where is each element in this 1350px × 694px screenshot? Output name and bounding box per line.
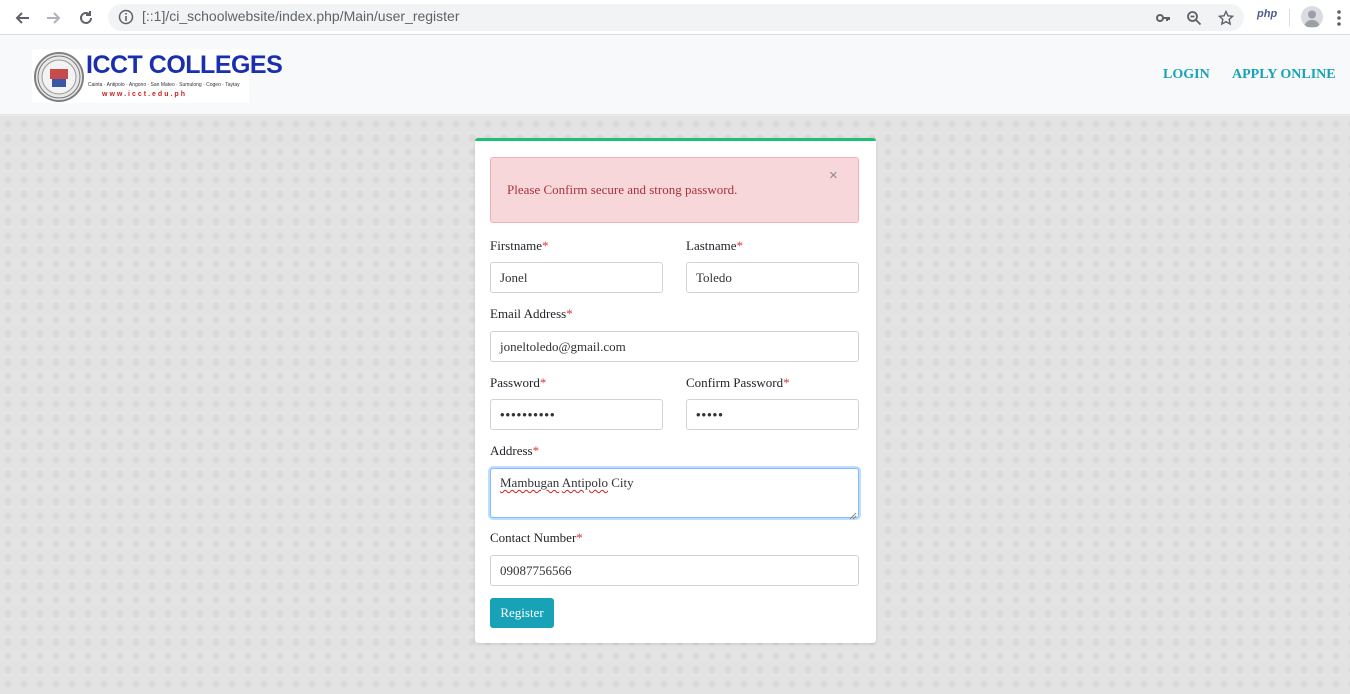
- back-arrow-icon[interactable]: [10, 6, 34, 30]
- info-icon[interactable]: [118, 9, 134, 25]
- profile-icon[interactable]: [1301, 6, 1323, 28]
- forward-arrow-icon[interactable]: [42, 6, 66, 30]
- site-logo[interactable]: ICCT COLLEGES Cainta · Antipolo · Angono…: [32, 49, 283, 103]
- contact-number-field[interactable]: 09087756566: [490, 555, 859, 586]
- zoom-icon[interactable]: [1184, 8, 1204, 28]
- alert-message: Please Confirm secure and strong passwor…: [507, 182, 738, 197]
- reload-icon[interactable]: [74, 6, 98, 30]
- lastname-label: Lastname*: [686, 238, 744, 253]
- browser-toolbar: [::1]/ci_schoolwebsite/index.php/Main/us…: [0, 0, 1350, 35]
- close-icon[interactable]: ×: [829, 168, 838, 183]
- address-textarea[interactable]: Mambugan Antipolo City: [490, 468, 859, 520]
- lastname-field[interactable]: Toledo: [686, 262, 859, 293]
- logo-campuses: Cainta · Antipolo · Angono · San Mateo ·…: [88, 82, 240, 88]
- logo-title: ICCT COLLEGES: [86, 51, 283, 79]
- star-icon[interactable]: [1216, 8, 1236, 28]
- apply-online-link[interactable]: APPLY ONLINE: [1232, 67, 1336, 83]
- email-label: Email Address*: [490, 306, 573, 321]
- password-label: Password*: [490, 375, 547, 390]
- address-word: Mambugan: [500, 475, 560, 490]
- logo-website: www.icct.edu.ph: [102, 91, 187, 98]
- password-field[interactable]: ••••••••••: [490, 399, 663, 430]
- register-button[interactable]: Register: [490, 598, 554, 628]
- email-field[interactable]: joneltoledo@gmail.com: [490, 331, 859, 362]
- site-header: ICCT COLLEGES Cainta · Antipolo · Angono…: [0, 35, 1350, 115]
- url-text[interactable]: [::1]/ci_schoolwebsite/index.php/Main/us…: [142, 8, 460, 24]
- resize-handle-icon[interactable]: [849, 508, 857, 520]
- login-link[interactable]: LOGIN: [1163, 67, 1210, 83]
- confirm-password-label: Confirm Password*: [686, 375, 790, 390]
- address-bar[interactable]: [::1]/ci_schoolwebsite/index.php/Main/us…: [108, 4, 1244, 31]
- address-word: City: [611, 475, 634, 490]
- menu-dots-icon[interactable]: [1336, 8, 1342, 28]
- php-extension-icon[interactable]: php: [1257, 8, 1277, 20]
- seal-icon: [34, 52, 84, 102]
- address-label: Address*: [490, 443, 540, 458]
- firstname-field[interactable]: Jonel: [490, 262, 663, 293]
- firstname-label: Firstname*: [490, 238, 549, 253]
- toolbar-divider: [1289, 9, 1290, 26]
- address-word: Antipolo: [561, 475, 608, 490]
- key-icon[interactable]: [1153, 8, 1173, 28]
- confirm-password-field[interactable]: •••••: [686, 399, 859, 430]
- error-alert: Please Confirm secure and strong passwor…: [490, 157, 859, 223]
- contact-label: Contact Number*: [490, 530, 583, 545]
- registration-card: Please Confirm secure and strong passwor…: [475, 138, 876, 643]
